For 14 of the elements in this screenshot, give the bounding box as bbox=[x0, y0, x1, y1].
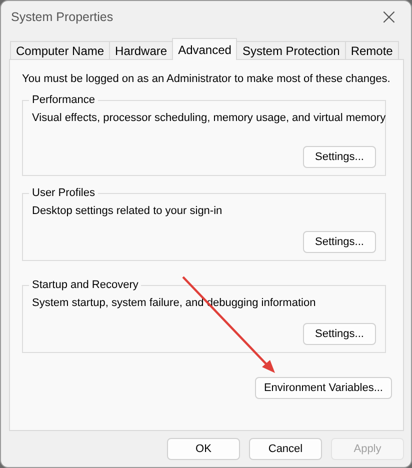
group-title: Startup and Recovery bbox=[29, 278, 142, 292]
group-description: Desktop settings related to your sign-in bbox=[32, 204, 224, 218]
tab[interactable]: Advanced bbox=[172, 38, 238, 60]
environment-variables-button[interactable]: Environment Variables... bbox=[254, 377, 392, 399]
tab[interactable]: System Protection bbox=[236, 41, 346, 59]
tab[interactable]: Remote bbox=[344, 41, 399, 59]
close-button[interactable]: × bbox=[367, 1, 411, 33]
settings-button[interactable]: Settings... bbox=[303, 231, 376, 253]
window-title: System Properties bbox=[11, 10, 114, 24]
dialog-button[interactable]: OK bbox=[167, 438, 240, 460]
settings-button[interactable]: Settings... bbox=[303, 323, 376, 345]
tab[interactable]: Computer Name bbox=[10, 41, 110, 59]
dialog-button[interactable]: Cancel bbox=[249, 438, 322, 460]
settings-button[interactable]: Settings... bbox=[303, 146, 376, 168]
